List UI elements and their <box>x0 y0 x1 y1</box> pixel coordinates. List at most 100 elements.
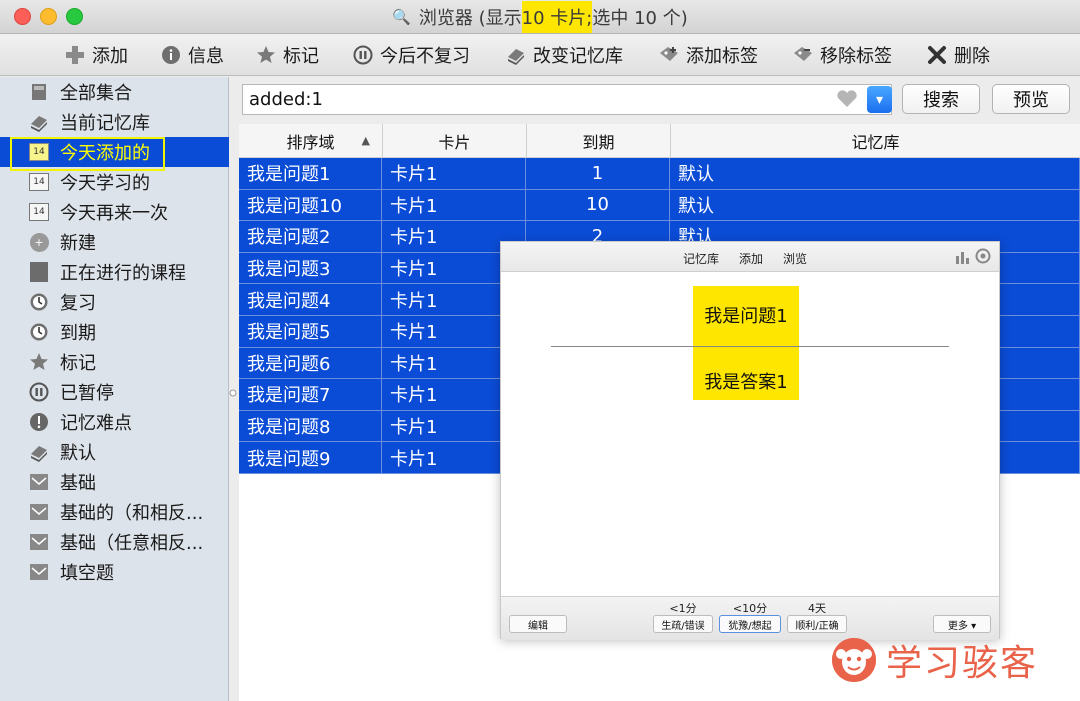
cell-sort-field: 我是问题8 <box>239 410 382 443</box>
watermark: 学习骇客 <box>832 632 1060 688</box>
monkey-logo-icon <box>832 638 876 682</box>
title-prefix: 浏览器 (显示 <box>418 8 522 29</box>
selection-highlight-frame <box>10 137 165 171</box>
sidebar-item-note-basic-optional-reversed[interactable]: 基础（任意相反... <box>0 527 229 557</box>
preview-nav-decks[interactable]: 记忆库 <box>683 250 719 267</box>
preview-nav-browse[interactable]: 浏览 <box>783 250 807 267</box>
search-input[interactable]: added:1 <box>242 84 892 115</box>
cell-deck: 默认 <box>670 189 1080 222</box>
cell-sort-field: 我是问题2 <box>239 221 382 253</box>
sidebar-item-note-basic-reversed[interactable]: 基础的（和相反... <box>0 497 229 527</box>
saved-search-icon[interactable] <box>836 90 858 112</box>
preview-nav-add[interactable]: 添加 <box>739 250 763 267</box>
preview-divider <box>551 346 949 347</box>
column-header-due[interactable]: 到期 <box>527 124 671 158</box>
toolbar-remove-tags-button[interactable]: 移除标签 <box>792 34 892 76</box>
table-row[interactable]: 我是问题10 卡片1 10 默认 <box>239 189 1080 222</box>
sidebar-item-learning[interactable]: 正在进行的课程 <box>0 257 229 287</box>
card-icon <box>28 261 50 283</box>
preview-question: 我是问题1 <box>704 306 788 327</box>
note-type-icon <box>28 501 50 523</box>
answer-time-again: <1分 <box>669 602 697 615</box>
magnifier-icon: 🔍 <box>392 8 411 26</box>
toolbar-mark-button[interactable]: 标记 <box>255 34 319 76</box>
toolbar-add-button[interactable]: 添加 <box>64 34 128 76</box>
sidebar-item-leech[interactable]: 记忆难点 <box>0 407 229 437</box>
deck-icon <box>505 44 527 66</box>
column-header-sort-field[interactable]: 排序域 ▲ <box>239 124 383 158</box>
toolbar-info-button[interactable]: 信息 <box>160 34 224 76</box>
toolbar-suspend-label: 今后不复习 <box>380 46 470 67</box>
column-header-card[interactable]: 卡片 <box>383 124 527 158</box>
cell-sort-field: 我是问题10 <box>239 189 382 222</box>
add-icon <box>64 44 86 66</box>
preview-answer: 我是答案1 <box>704 372 788 393</box>
tag-remove-icon <box>792 44 814 66</box>
sidebar-item-new[interactable]: + 新建 <box>0 227 229 257</box>
toolbar-mark-label: 标记 <box>283 46 319 67</box>
sidebar-item-note-basic[interactable]: 基础 <box>0 467 229 497</box>
sort-ascending-icon: ▲ <box>361 134 370 147</box>
preview-more-button[interactable]: 更多 ▾ <box>933 615 991 633</box>
pause-icon <box>28 381 50 403</box>
clock-icon <box>28 321 50 343</box>
calendar-icon: 14 <box>28 171 50 193</box>
answer-time-hard: <10分 <box>732 602 768 615</box>
cell-card: 卡片1 <box>382 158 526 190</box>
toolbar-info-label: 信息 <box>188 46 224 67</box>
toolbar-add-label: 添加 <box>92 46 128 67</box>
sidebar-item-suspended[interactable]: 已暂停 <box>0 377 229 407</box>
star-icon <box>28 351 50 373</box>
deck-icon <box>28 441 50 463</box>
sidebar-item-review[interactable]: 复习 <box>0 287 229 317</box>
sidebar-item-note-cloze[interactable]: 填空题 <box>0 557 229 587</box>
sidebar-item-again-today[interactable]: 14 今天再来一次 <box>0 197 229 227</box>
cell-sort-field: 我是问题4 <box>239 284 382 316</box>
pause-icon <box>352 44 374 66</box>
watermark-text: 学习骇客 <box>886 643 1039 684</box>
chevron-down-icon: ▾ <box>875 91 884 108</box>
answer-again-button[interactable]: 生疏/错误 <box>653 615 713 633</box>
toolbar-add-tags-label: 添加标签 <box>686 46 758 67</box>
sidebar-item-current-deck[interactable]: 当前记忆库 <box>0 107 229 137</box>
info-icon <box>160 44 182 66</box>
preview-top-bar: 记忆库 添加 浏览 <box>501 242 999 272</box>
toolbar-delete-button[interactable]: 删除 <box>926 34 990 76</box>
preview-button[interactable]: 预览 <box>992 84 1070 114</box>
answer-time-good: 4天 <box>808 602 826 615</box>
sidebar-item-whole-collection[interactable]: 全部集合 <box>0 77 229 107</box>
card-preview-window: 记忆库 添加 浏览 我是问题1 我是答案1 编辑 <1分 生疏/错误 <10分 … <box>500 241 1000 640</box>
stats-icon[interactable] <box>955 250 971 264</box>
exclamation-icon <box>28 411 50 433</box>
note-type-icon <box>28 471 50 493</box>
search-button[interactable]: 搜索 <box>902 84 980 114</box>
cell-sort-field: 我是问题6 <box>239 347 382 380</box>
window-title: 🔍 浏览器 (显示 10 卡片; 选中 10 个) <box>0 0 1080 34</box>
table-row[interactable]: 我是问题1 卡片1 1 默认 <box>239 158 1080 190</box>
calendar-icon: 14 <box>28 201 50 223</box>
clock-icon <box>28 291 50 313</box>
column-header-deck[interactable]: 记忆库 <box>671 124 1080 158</box>
answer-hard-button[interactable]: 犹豫/想起 <box>719 615 781 633</box>
delete-icon <box>926 44 948 66</box>
cell-deck: 默认 <box>670 158 1080 190</box>
toolbar-change-deck-button[interactable]: 改变记忆库 <box>505 34 623 76</box>
search-history-dropdown[interactable]: ▾ <box>867 86 892 113</box>
toolbar-delete-label: 删除 <box>954 46 990 67</box>
toolbar-add-tags-button[interactable]: 添加标签 <box>658 34 758 76</box>
toolbar-remove-tags-label: 移除标签 <box>820 46 892 67</box>
sidebar-item-default-deck[interactable]: 默认 <box>0 437 229 467</box>
answer-good-button[interactable]: 顺利/正确 <box>787 615 847 633</box>
title-suffix: 选中 10 个) <box>592 8 688 29</box>
star-icon <box>255 44 277 66</box>
sidebar-splitter-handle[interactable] <box>229 384 237 397</box>
toolbar: 添加 信息 标记 今后不复习 改变记忆库 添加标签 移除标签 删除 <box>0 34 1080 76</box>
preview-edit-button[interactable]: 编辑 <box>509 615 567 633</box>
sidebar-item-studied-today[interactable]: 14 今天学习的 <box>0 167 229 197</box>
cell-sort-field: 我是问题7 <box>239 379 382 411</box>
sidebar-item-due[interactable]: 到期 <box>0 317 229 347</box>
toolbar-suspend-button[interactable]: 今后不复习 <box>352 34 470 76</box>
sync-icon[interactable] <box>975 248 991 264</box>
sidebar-item-marked[interactable]: 标记 <box>0 347 229 377</box>
collection-icon <box>28 81 50 103</box>
